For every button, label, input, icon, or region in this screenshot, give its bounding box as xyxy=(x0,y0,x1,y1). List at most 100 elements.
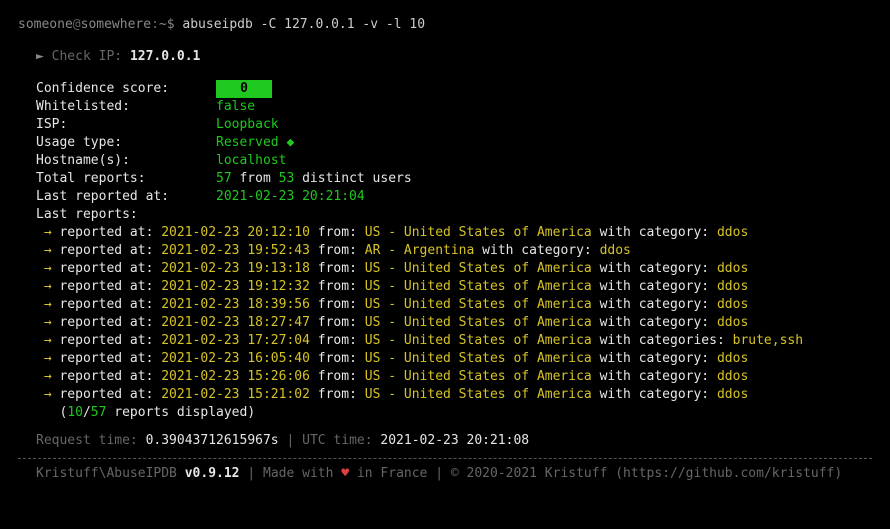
prompt-symbol: $ xyxy=(167,17,175,32)
report-categories: brute,ssh xyxy=(733,333,803,348)
report-country: United States of America xyxy=(404,333,592,348)
reports-summary: (10/57 reports displayed) xyxy=(18,404,872,422)
last-reports-label: Last reports: xyxy=(36,207,138,222)
arrow-icon: → xyxy=(44,351,52,366)
brand-name: Kristuff\AbuseIPDB xyxy=(36,466,177,481)
usage-row: Usage type:Reserved ◆ xyxy=(18,134,872,152)
from-label: from: xyxy=(318,369,357,384)
report-categories: ddos xyxy=(717,225,748,240)
brand-version: v0.9.12 xyxy=(185,466,240,481)
from-label: from: xyxy=(318,351,357,366)
whitelisted-row: Whitelisted:false xyxy=(18,98,872,116)
report-categories: ddos xyxy=(717,261,748,276)
reported-at-label: reported at: xyxy=(59,315,153,330)
hostnames-value: localhost xyxy=(216,153,286,168)
report-categories: ddos xyxy=(717,279,748,294)
arrow-icon: → xyxy=(44,297,52,312)
report-time: 2021-02-23 19:13:18 xyxy=(161,261,310,276)
check-ip-label: Check IP: xyxy=(52,49,122,64)
report-row: → reported at: 2021-02-23 19:12:32 from:… xyxy=(36,278,872,296)
heart-icon: ♥ xyxy=(341,466,349,481)
category-label: with category: xyxy=(600,261,710,276)
report-country: Argentina xyxy=(404,243,474,258)
report-row: → reported at: 2021-02-23 15:21:02 from:… xyxy=(36,386,872,404)
total-reports-count: 57 xyxy=(216,171,232,186)
prompt-user: someone xyxy=(18,17,73,32)
report-row: → reported at: 2021-02-23 15:26:06 from:… xyxy=(36,368,872,386)
report-country-code: US xyxy=(365,333,381,348)
hostnames-row: Hostname(s):localhost xyxy=(18,152,872,170)
command-text: abuseipdb -C 127.0.0.1 -v -l 10 xyxy=(182,17,425,32)
arrow-icon: → xyxy=(44,333,52,348)
isp-value: Loopback xyxy=(216,117,279,132)
arrow-icon: → xyxy=(44,243,52,258)
report-time: 2021-02-23 16:05:40 xyxy=(161,351,310,366)
check-ip-value: 127.0.0.1 xyxy=(130,49,200,64)
total-reports-mid: from xyxy=(239,171,270,186)
report-categories: ddos xyxy=(717,315,748,330)
reported-at-label: reported at: xyxy=(59,369,153,384)
report-row: → reported at: 2021-02-23 19:13:18 from:… xyxy=(36,260,872,278)
from-label: from: xyxy=(318,333,357,348)
arrow-icon: → xyxy=(44,315,52,330)
category-label: with category: xyxy=(600,315,710,330)
reported-at-label: reported at: xyxy=(59,297,153,312)
report-categories: ddos xyxy=(717,351,748,366)
arrow-icon: → xyxy=(44,387,52,402)
made-with-pre: Made with xyxy=(263,466,333,481)
report-country-code: US xyxy=(365,297,381,312)
utc-time-label: UTC time: xyxy=(302,433,372,448)
category-label: with category: xyxy=(600,369,710,384)
usage-value: Reserved xyxy=(216,135,279,150)
last-reported-row: Last reported at:2021-02-23 20:21:04 xyxy=(18,188,872,206)
from-label: from: xyxy=(318,315,357,330)
last-reported-label: Last reported at: xyxy=(36,188,216,206)
prompt-host: somewhere xyxy=(81,17,151,32)
report-country-code: US xyxy=(365,225,381,240)
total-reports-tail: distinct users xyxy=(302,171,412,186)
last-reports-header: Last reports: xyxy=(18,206,872,224)
report-row: → reported at: 2021-02-23 18:39:56 from:… xyxy=(36,296,872,314)
category-label: with category: xyxy=(600,225,710,240)
report-time: 2021-02-23 15:21:02 xyxy=(161,387,310,402)
arrow-icon: → xyxy=(44,261,52,276)
whitelisted-value: false xyxy=(216,99,255,114)
report-time: 2021-02-23 19:12:32 xyxy=(161,279,310,294)
report-country: United States of America xyxy=(404,225,592,240)
prompt-path: ~ xyxy=(159,17,167,32)
report-country-code: US xyxy=(365,387,381,402)
report-time: 2021-02-23 17:27:04 xyxy=(161,333,310,348)
reports-total: 57 xyxy=(91,405,107,420)
report-categories: ddos xyxy=(717,387,748,402)
category-label: with category: xyxy=(600,297,710,312)
report-row: → reported at: 2021-02-23 19:52:43 from:… xyxy=(36,242,872,260)
reports-shown: 10 xyxy=(67,405,83,420)
utc-time-value: 2021-02-23 20:21:08 xyxy=(380,433,529,448)
report-time: 2021-02-23 18:27:47 xyxy=(161,315,310,330)
reports-list: → reported at: 2021-02-23 20:12:10 from:… xyxy=(18,224,872,404)
report-country: United States of America xyxy=(404,315,592,330)
prompt-line: someone@somewhere:~$ abuseipdb -C 127.0.… xyxy=(18,16,872,34)
report-country: United States of America xyxy=(404,387,592,402)
report-time: 2021-02-23 19:52:43 xyxy=(161,243,310,258)
report-country: United States of America xyxy=(404,369,592,384)
report-categories: ddos xyxy=(717,369,748,384)
reported-at-label: reported at: xyxy=(59,243,153,258)
report-country: United States of America xyxy=(404,297,592,312)
report-categories: ddos xyxy=(600,243,631,258)
confidence-row: Confidence score:0 xyxy=(18,80,872,98)
check-ip-header: ► Check IP: 127.0.0.1 xyxy=(18,48,872,66)
report-row: → reported at: 2021-02-23 17:27:04 from:… xyxy=(36,332,872,350)
isp-label: ISP: xyxy=(36,116,216,134)
isp-row: ISP:Loopback xyxy=(18,116,872,134)
brand-footer: Kristuff\AbuseIPDB v0.9.12 | Made with ♥… xyxy=(18,465,872,483)
report-country-code: US xyxy=(365,351,381,366)
report-country-code: US xyxy=(365,369,381,384)
confidence-score: 0 xyxy=(216,80,272,98)
total-reports-row: Total reports:57 from 53 distinct users xyxy=(18,170,872,188)
report-country-code: AR xyxy=(365,243,381,258)
report-time: 2021-02-23 20:12:10 xyxy=(161,225,310,240)
category-label: with category: xyxy=(482,243,592,258)
usage-label: Usage type: xyxy=(36,134,216,152)
from-label: from: xyxy=(318,261,357,276)
